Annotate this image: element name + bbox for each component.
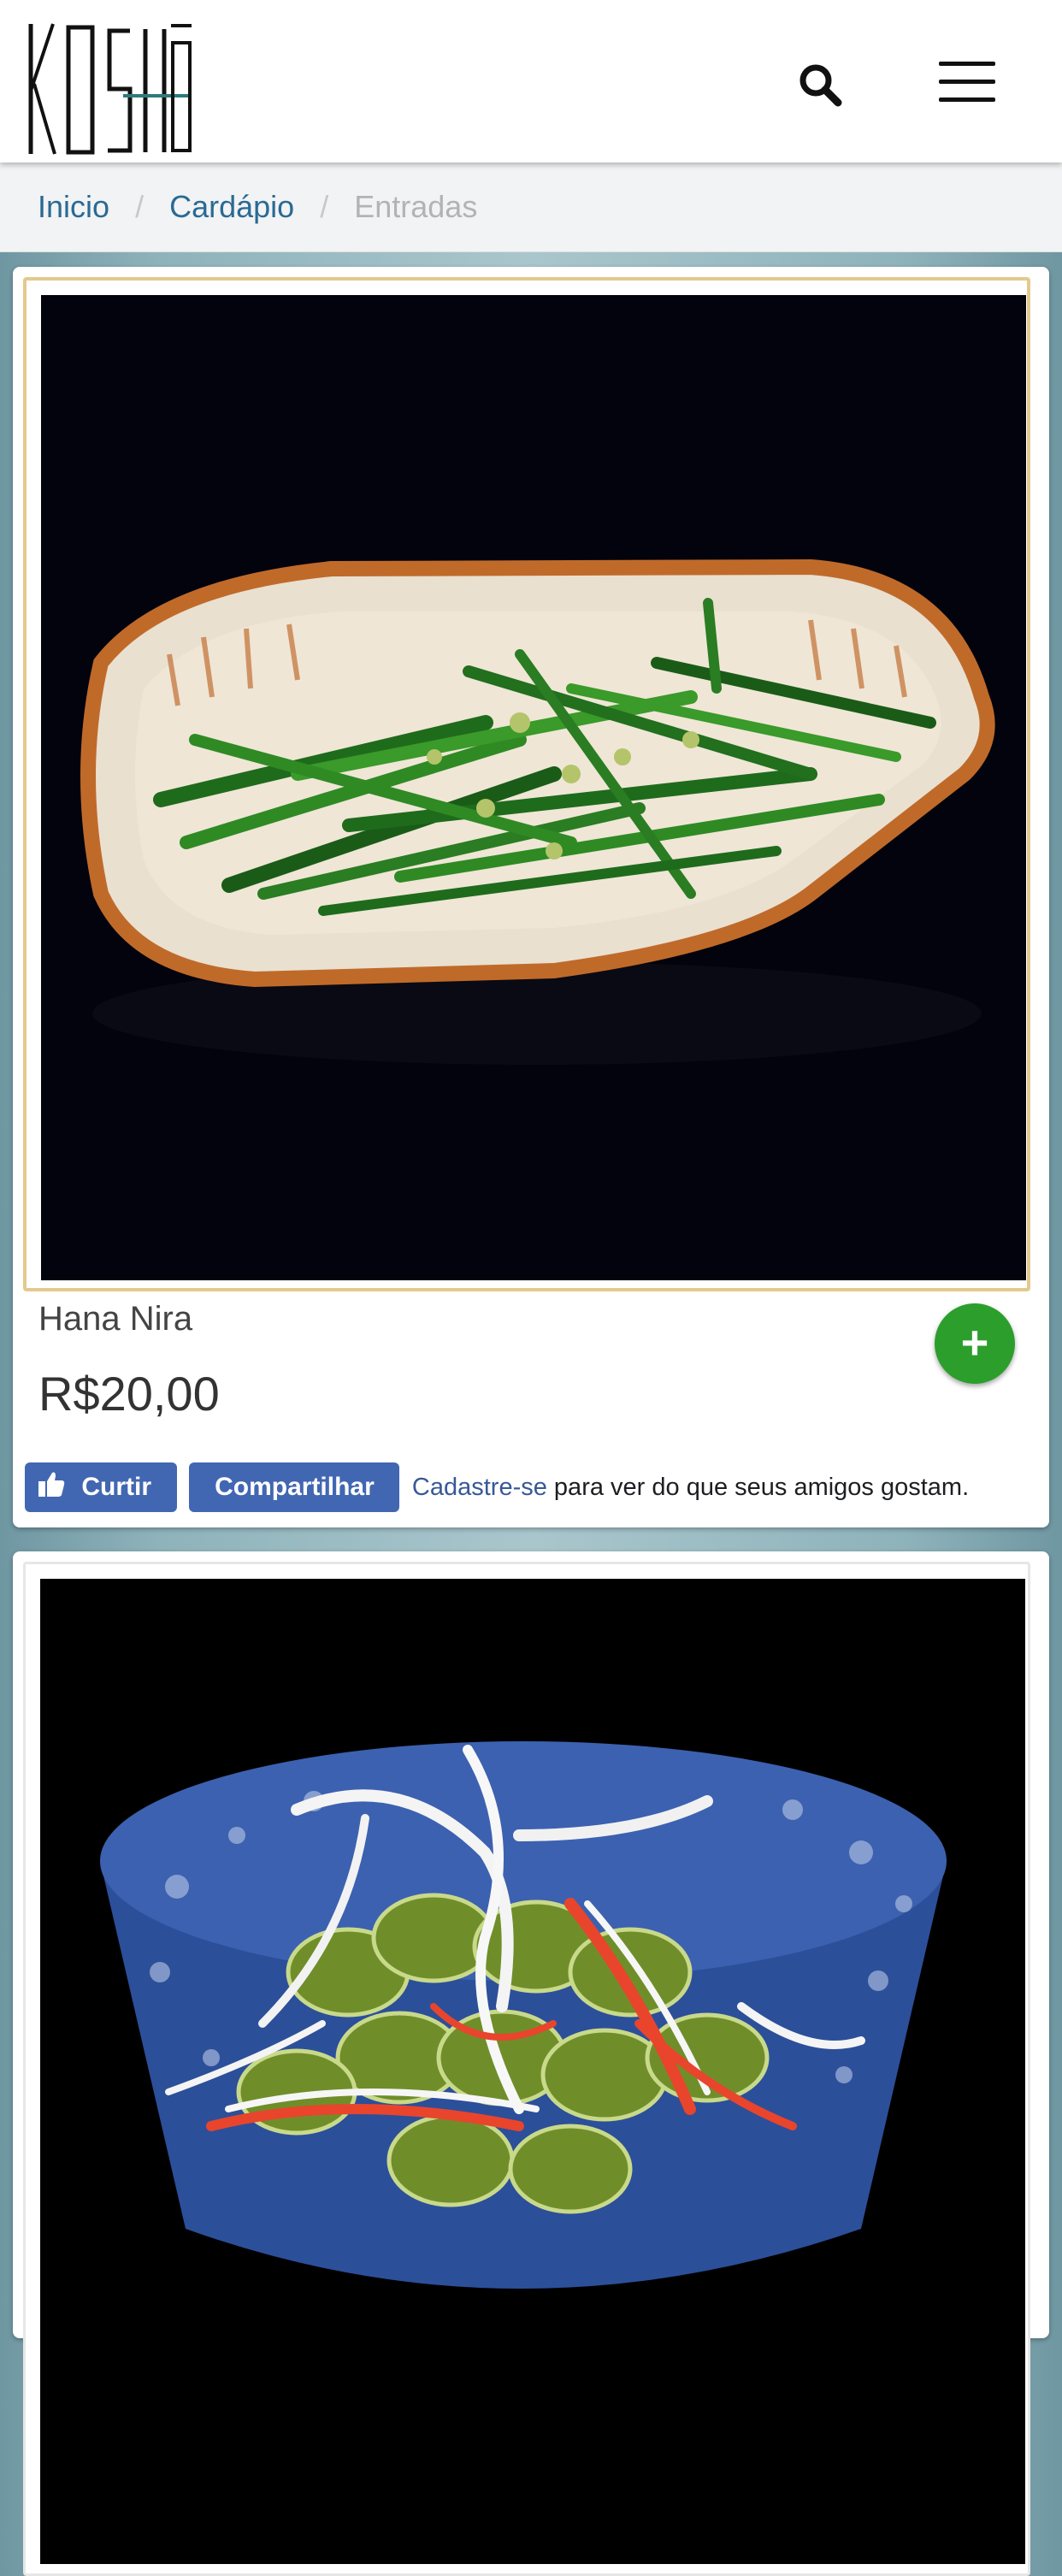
thumbs-up-icon [38, 1472, 65, 1497]
facebook-share-button[interactable]: Compartilhar [189, 1462, 400, 1512]
product-name[interactable]: Hana Nira [38, 1300, 192, 1338]
product-price: R$20,00 [38, 1367, 220, 1421]
breadcrumb-separator: / [135, 189, 145, 224]
facebook-like-label: Curtir [81, 1473, 152, 1501]
hamburger-menu-button[interactable] [934, 56, 1002, 108]
breadcrumb-separator: / [320, 189, 329, 224]
search-button[interactable] [795, 60, 847, 111]
facebook-social-bar: Curtir Compartilhar Cadastre-se para ver… [25, 1462, 969, 1514]
garlic-chive-dish-photo[interactable] [41, 295, 1026, 1280]
breadcrumb-cardapio[interactable]: Cardápio [169, 189, 294, 224]
facebook-signup-suffix: para ver do que seus amigos gostam. [546, 1473, 970, 1501]
facebook-signup-text: Cadastre-se para ver do que seus amigos … [412, 1474, 969, 1502]
top-header [0, 0, 1062, 162]
add-to-cart-button[interactable]: + [935, 1303, 1015, 1384]
product-image-frame [23, 1562, 1030, 2576]
product-image-frame [23, 277, 1030, 1291]
facebook-signup-link[interactable]: Cadastre-se [412, 1474, 547, 1501]
hamburger-menu-icon [939, 62, 995, 66]
facebook-like-button[interactable]: Curtir [25, 1462, 177, 1512]
cucumber-kani-salad-photo[interactable] [40, 1579, 1025, 2564]
breadcrumb-entradas-current: Entradas [354, 189, 478, 224]
breadcrumb-inicio[interactable]: Inicio [38, 189, 109, 224]
product-card [13, 1551, 1049, 2576]
product-card: Hana Nira R$20,00 + Curtir Compartilhar … [13, 267, 1049, 1527]
search-icon [799, 64, 842, 107]
breadcrumb: Inicio / Cardápio / Entradas [0, 162, 1062, 252]
kosho-logo[interactable] [24, 17, 195, 158]
plus-icon: + [960, 1315, 989, 1369]
